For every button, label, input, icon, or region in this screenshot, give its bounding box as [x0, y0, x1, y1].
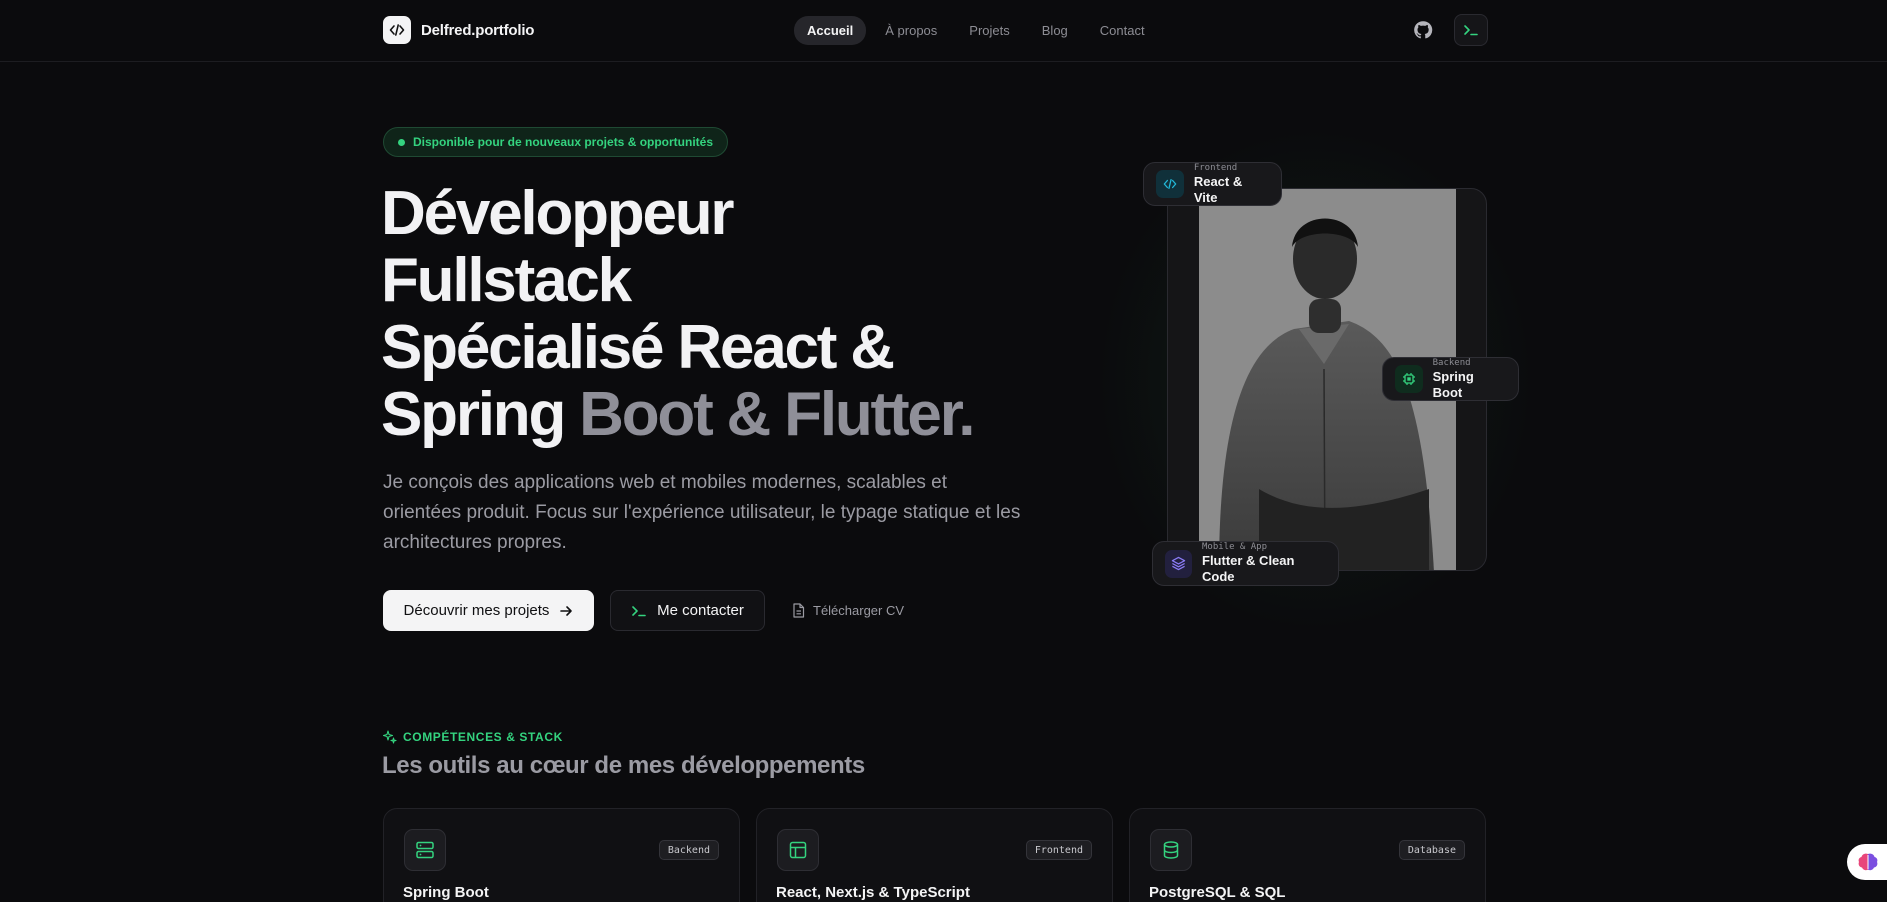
headline-line-3: Spécialisé React &	[381, 313, 895, 382]
code-icon	[383, 16, 411, 44]
top-navbar: Delfred.portfolio Accueil À propos Proje…	[0, 0, 1887, 62]
discover-projects-label: Découvrir mes projets	[403, 602, 550, 619]
skills-title: Les outils au cœur de mes développements	[382, 752, 865, 779]
status-dot-icon	[398, 138, 405, 146]
logo[interactable]: Delfred.portfolio	[383, 16, 534, 44]
nav-link-blog[interactable]: Blog	[1029, 16, 1081, 45]
pill-frontend: Frontend React & Vite	[1143, 162, 1282, 206]
hero-headline: Développeur Fullstack Spécialisé React &…	[381, 180, 1021, 448]
nav-link-projets[interactable]: Projets	[956, 16, 1022, 45]
download-cv-link[interactable]: Télécharger CV	[792, 598, 904, 622]
cpu-chip-icon	[1395, 365, 1423, 393]
layers-icon	[1165, 549, 1192, 578]
nav-links: Accueil À propos Projets Blog Contact	[794, 16, 1158, 45]
sparkles-icon	[383, 730, 397, 744]
contact-me-button[interactable]: Me contacter	[610, 590, 765, 631]
document-icon	[793, 602, 805, 618]
terminal-icon	[632, 605, 646, 616]
nav-link-contact[interactable]: Contact	[1087, 16, 1158, 45]
nav-link-accueil[interactable]: Accueil	[794, 16, 867, 45]
contact-me-label: Me contacter	[657, 602, 744, 619]
skill-card-title-spring-boot: Spring Boot	[403, 884, 489, 901]
logo-text: Delfred.portfolio	[421, 21, 535, 39]
brain-icon	[1858, 853, 1878, 871]
database-icon	[1150, 829, 1192, 871]
terminal-button[interactable]	[1454, 14, 1488, 46]
github-icon[interactable]	[1413, 20, 1433, 40]
availability-badge: Disponible pour de nouveaux projets & op…	[383, 127, 729, 157]
server-icon	[404, 829, 446, 871]
download-cv-label: Télécharger CV	[813, 602, 905, 618]
card-tag-database: Database	[1398, 840, 1465, 860]
headline-line-1: Développeur	[381, 179, 735, 248]
headline-line-4a: Spring	[381, 380, 580, 449]
pill-mobile: Mobile & App Flutter & Clean Code	[1152, 541, 1339, 586]
layout-icon	[777, 829, 819, 871]
skills-tag-text: COMPÉTENCES & STACK	[403, 730, 563, 744]
pill-backend: Backend Spring Boot	[1382, 357, 1519, 401]
skill-card-title-postgresql: PostgreSQL & SQL	[1149, 884, 1286, 901]
hero-subtext: Je conçois des applications web et mobil…	[383, 472, 1021, 553]
discover-projects-button[interactable]: Découvrir mes projets	[383, 590, 594, 631]
pill-mobile-caption: Mobile & App	[1202, 542, 1268, 552]
card-tag-frontend: Frontend	[1025, 840, 1092, 860]
card-tag-backend: Backend	[658, 840, 719, 860]
pill-backend-title: Spring Boot	[1432, 368, 1474, 400]
ai-assistant-button[interactable]	[1847, 844, 1887, 880]
pill-frontend-title: React & Vite	[1193, 173, 1243, 205]
pill-frontend-caption: Frontend	[1193, 162, 1238, 173]
headline-line-2: Fullstack	[381, 246, 632, 315]
headline-line-4b: Boot & Flutter.	[579, 380, 975, 449]
skill-card-title-react: React, Next.js & TypeScript	[776, 884, 970, 901]
availability-text: Disponible pour de nouveaux projets & op…	[413, 135, 714, 149]
skills-section-tag: COMPÉTENCES & STACK	[383, 730, 563, 744]
terminal-icon	[1464, 25, 1478, 36]
arrow-right-icon	[560, 605, 573, 616]
pill-backend-caption: Backend	[1432, 357, 1471, 368]
pill-mobile-title: Flutter & Clean Code	[1202, 553, 1295, 584]
code-icon	[1156, 170, 1184, 198]
nav-link-a-propos[interactable]: À propos	[872, 16, 950, 45]
